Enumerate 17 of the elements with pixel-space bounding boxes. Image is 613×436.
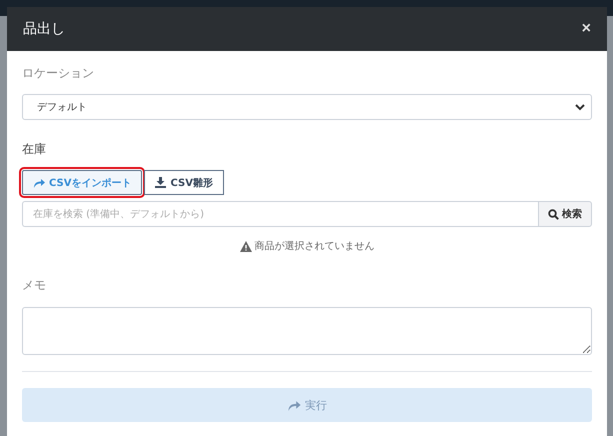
warning-icon bbox=[240, 240, 252, 252]
field-label: 在庫 bbox=[22, 141, 46, 158]
memo-field[interactable] bbox=[22, 307, 592, 355]
dialog-title: 品出し bbox=[23, 20, 65, 38]
search-button[interactable]: 検索 bbox=[538, 201, 592, 227]
share-arrow-icon bbox=[33, 178, 45, 188]
field-label: ロケーション bbox=[22, 65, 94, 82]
close-button[interactable]: × bbox=[582, 20, 591, 38]
chevron-down-icon bbox=[575, 104, 585, 110]
search-field[interactable]: 在庫を検索 (準備中、デフォルトから) bbox=[22, 201, 538, 227]
location-select[interactable]: デフォルト bbox=[22, 94, 592, 120]
search-icon bbox=[548, 208, 559, 220]
download-icon bbox=[155, 177, 166, 188]
share-arrow-icon bbox=[287, 400, 301, 410]
csv-template-button[interactable]: CSV雛形 bbox=[144, 170, 224, 195]
empty-message: 商品が選択されていません bbox=[254, 240, 374, 253]
field-label: メモ bbox=[22, 277, 46, 294]
